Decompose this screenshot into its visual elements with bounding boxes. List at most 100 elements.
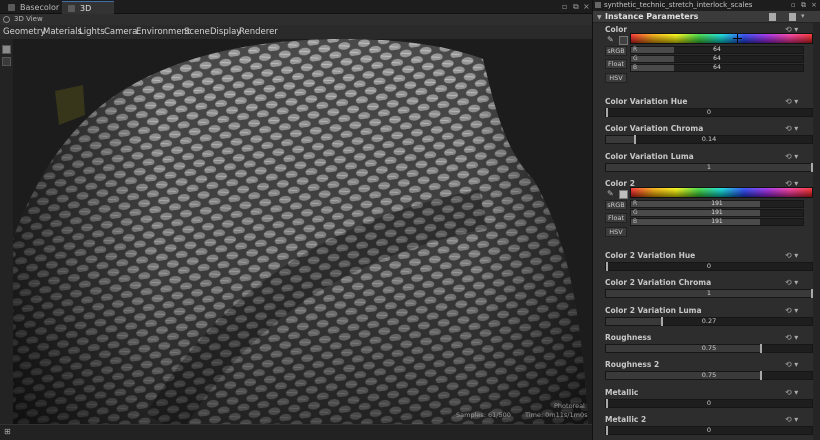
slider-value: 0 [706, 426, 712, 434]
tab-basecolor[interactable]: Basecolor [2, 1, 60, 14]
status-bar: ⊞ [0, 424, 592, 440]
mode-hsv-button[interactable]: HSV [605, 227, 627, 237]
mode-float-button[interactable]: Float [605, 59, 627, 69]
menu-geometry[interactable]: Geometry [3, 25, 45, 39]
menu-display[interactable]: Display [210, 25, 241, 39]
link-icon[interactable]: ⟲ ▾ [785, 388, 798, 397]
menu-renderer[interactable]: Renderer [239, 25, 278, 39]
menu-environment[interactable]: Environment [136, 25, 190, 39]
collapse-icon[interactable]: ▼ [597, 14, 602, 21]
slider-value: 0 [706, 108, 712, 116]
app-window: Basecolor 3D View ▫ ⧉ × 3D View Geometry… [0, 0, 820, 440]
param-slider[interactable]: 0.27 [605, 317, 813, 326]
menu-bar: Geometry Materials Lights Camera Environ… [0, 25, 592, 39]
panel-title: synthetic_technic_stretch_interlock_scal… [604, 1, 753, 9]
link-icon[interactable]: ⟲ ▾ [785, 360, 798, 369]
color-picker-spectrum[interactable] [630, 187, 813, 198]
section-header[interactable]: ▼ Instance Parameters ▾ [593, 11, 820, 23]
picker-cursor-icon[interactable] [733, 34, 742, 43]
float-icon[interactable]: ⧉ [801, 0, 806, 11]
channel-r-field[interactable]: R 191 [630, 200, 804, 208]
param-slider[interactable]: 0 [605, 399, 813, 408]
param-slider[interactable]: 0 [605, 426, 813, 435]
param-slider[interactable]: 0.14 [605, 135, 813, 144]
param-slider[interactable]: 0.75 [605, 371, 813, 380]
layout-icon[interactable]: ⊞ [4, 427, 11, 436]
param-label: Color Variation Hue [605, 97, 688, 106]
select-tool-icon[interactable] [2, 45, 11, 54]
texture-icon [8, 4, 15, 11]
slider-value: 0 [706, 399, 712, 407]
properties-panel: synthetic_technic_stretch_interlock_scal… [592, 0, 820, 440]
param-slider[interactable]: 0 [605, 108, 813, 117]
link-icon[interactable]: ⟲ ▾ [785, 306, 798, 315]
link-icon[interactable]: ⟲ ▾ [785, 278, 798, 287]
float-icon[interactable]: ⧉ [573, 2, 579, 12]
mode-srgb-button[interactable]: sRGB [605, 200, 627, 210]
samples-readout: Samples: 61/500 [456, 411, 511, 419]
channel-value: 64 [713, 55, 721, 62]
slider-value: 0.14 [701, 135, 717, 143]
color-picker-spectrum[interactable] [630, 33, 813, 44]
render-viewport[interactable]: Photoreal Samples: 61/500 Time: 0m11s/1m… [13, 39, 592, 424]
menu-camera[interactable]: Camera [104, 25, 137, 39]
material-icon [595, 2, 601, 8]
menu-scene[interactable]: Scene [184, 25, 210, 39]
channel-value: 64 [713, 46, 721, 53]
viewport-panel: Basecolor 3D View ▫ ⧉ × 3D View Geometry… [0, 0, 592, 440]
viewport-toolbar [0, 39, 13, 424]
param-slider[interactable]: 0 [605, 262, 813, 271]
channel-value: 64 [713, 64, 721, 71]
param-slider[interactable]: 1 [605, 289, 813, 298]
render-engine-label: Photoreal [554, 402, 585, 410]
slider-value: 0.75 [701, 371, 717, 379]
param-label: Metallic 2 [605, 415, 647, 424]
param-label: Metallic [605, 388, 639, 397]
channel-g-field[interactable]: G 191 [630, 209, 804, 217]
menu-materials[interactable]: Materials [43, 25, 82, 39]
link-icon[interactable]: ⟲ ▾ [785, 415, 798, 424]
eyedropper-icon[interactable]: ✎ [607, 35, 614, 44]
slider-value: 0.27 [701, 317, 717, 325]
color-label: Color [605, 25, 628, 34]
fabric-render [13, 39, 592, 424]
tab-3d-view[interactable]: 3D View [62, 1, 114, 26]
chevron-down-icon[interactable]: ▾ [801, 12, 805, 20]
link-icon[interactable]: ⟲ ▾ [785, 333, 798, 342]
channel-g-field[interactable]: G 64 [630, 55, 804, 63]
tab-label: Basecolor [20, 3, 60, 12]
document-icon[interactable] [789, 13, 796, 21]
channel-b-field[interactable]: B 191 [630, 218, 804, 226]
section-title: Instance Parameters [605, 12, 699, 21]
preset-icon[interactable] [769, 13, 776, 21]
mode-float-button[interactable]: Float [605, 213, 627, 223]
param-slider[interactable]: 1 [605, 163, 813, 172]
scrollbar[interactable] [813, 23, 820, 440]
viewport-header: 3D View [0, 14, 592, 25]
viewport-title: 3D View [14, 15, 43, 23]
mode-hsv-button[interactable]: HSV [605, 73, 627, 83]
restore-icon[interactable]: ▫ [562, 2, 567, 11]
param-label: Color 2 Variation Luma [605, 306, 702, 315]
color-swatch[interactable] [619, 36, 628, 45]
panel-titlebar: synthetic_technic_stretch_interlock_scal… [593, 0, 820, 11]
eyedropper-icon[interactable]: ✎ [607, 189, 614, 198]
channel-b-field[interactable]: B 64 [630, 64, 804, 72]
color-swatch[interactable] [619, 190, 628, 199]
channel-r-field[interactable]: R 64 [630, 46, 804, 54]
menu-lights[interactable]: Lights [79, 25, 105, 39]
close-icon[interactable]: × [583, 2, 590, 11]
light-tool-icon[interactable] [2, 57, 11, 66]
mode-srgb-button[interactable]: sRGB [605, 46, 627, 56]
link-icon[interactable]: ⟲ ▾ [785, 152, 798, 161]
channel-value: 191 [711, 209, 723, 216]
link-icon[interactable]: ⟲ ▾ [785, 124, 798, 133]
restore-icon[interactable]: ▫ [791, 0, 796, 11]
link-icon[interactable]: ⟲ ▾ [785, 97, 798, 106]
param-slider[interactable]: 0.75 [605, 344, 813, 353]
close-icon[interactable]: × [811, 0, 817, 11]
slider-value: 0 [706, 262, 712, 270]
link-icon[interactable]: ⟲ ▾ [785, 251, 798, 260]
param-label: Color 2 Variation Chroma [605, 278, 712, 287]
slider-value: 1 [706, 289, 712, 297]
